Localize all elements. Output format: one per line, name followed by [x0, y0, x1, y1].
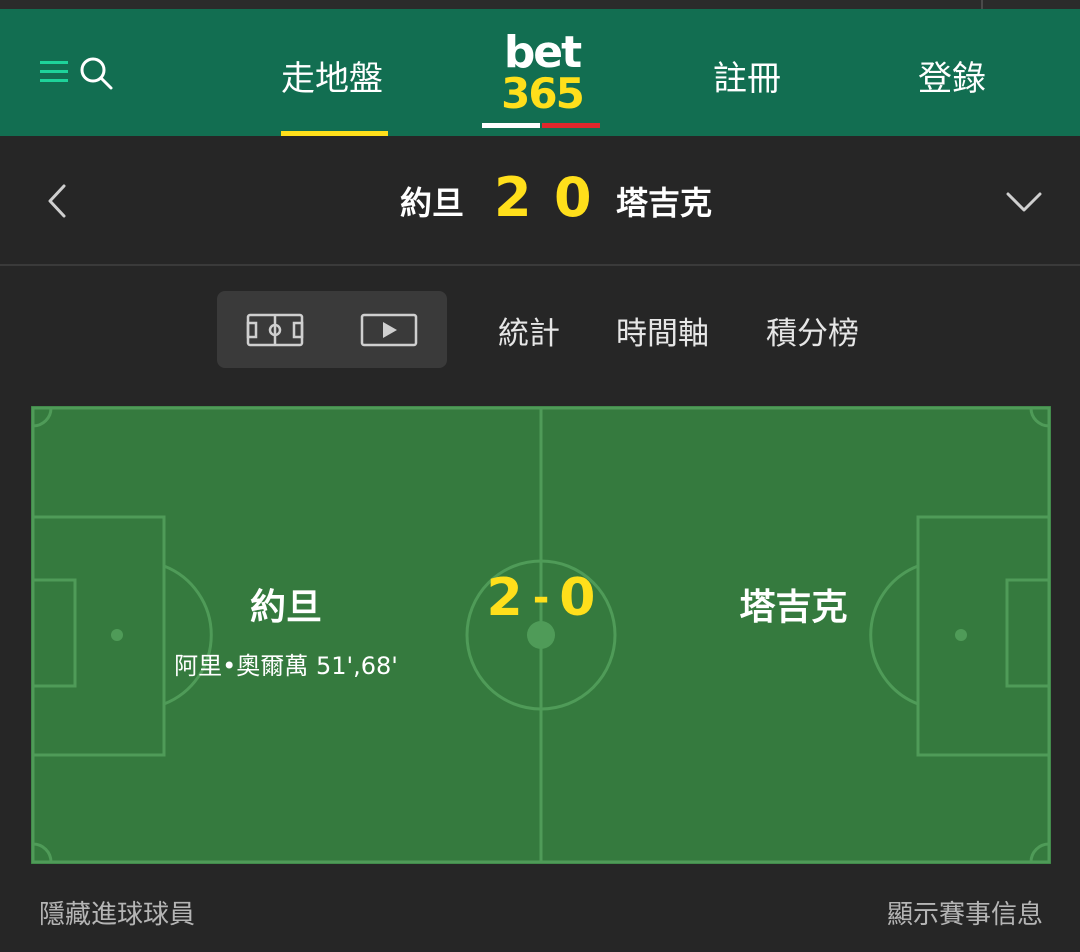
bet365-logo[interactable]: bet 365: [494, 31, 590, 123]
register-button[interactable]: 註冊: [713, 51, 781, 100]
home-goal-scorer: 阿里•奧爾萬 51',68': [174, 652, 398, 680]
login-button[interactable]: 登錄: [918, 51, 986, 100]
tab-timeline[interactable]: 時間軸: [616, 308, 709, 353]
home-team-name: 約旦: [400, 184, 465, 222]
pitch-score-separator: -: [532, 575, 550, 621]
play-icon[interactable]: [360, 313, 418, 347]
top-navigation: 走地盤 bet 365 註冊 登錄: [0, 9, 1080, 136]
home-kit-color-bar: [482, 123, 540, 128]
menu-icon[interactable]: [38, 59, 70, 85]
search-icon[interactable]: [78, 55, 114, 91]
away-kit-color-bar: [542, 123, 600, 128]
tab-standings[interactable]: 積分榜: [766, 308, 859, 353]
pitch-away-team: 塔吉克: [739, 587, 848, 628]
away-score: 0: [554, 166, 592, 229]
view-switcher: [217, 291, 447, 368]
home-score: 2: [494, 166, 532, 229]
pitch-score: 2-0: [451, 568, 631, 628]
match-scoreboard: 約旦 2 0 塔吉克: [0, 136, 1080, 266]
chevron-down-icon[interactable]: [1004, 186, 1044, 216]
chevron-left-icon[interactable]: [40, 182, 74, 220]
pitch-score-away: 0: [559, 568, 596, 628]
tab-stats[interactable]: 統計: [498, 308, 560, 353]
hide-scorers-link[interactable]: 隱藏進球球員: [39, 894, 195, 931]
pitch-icon[interactable]: [246, 313, 304, 347]
pitch-home-team: 約旦: [249, 587, 322, 628]
logo-text-365: 365: [501, 69, 585, 118]
away-team-name: 塔吉克: [616, 184, 713, 222]
show-match-info-link[interactable]: 顯示賽事信息: [887, 894, 1043, 931]
nav-inplay[interactable]: 走地盤: [281, 51, 383, 100]
status-divider: [981, 0, 983, 9]
status-bar: [0, 0, 1080, 9]
match-pitch: 約旦 2-0 塔吉克 阿里•奧爾萬 51',68': [31, 406, 1051, 864]
pitch-markings: [31, 406, 1051, 864]
pitch-score-home: 2: [486, 568, 523, 628]
